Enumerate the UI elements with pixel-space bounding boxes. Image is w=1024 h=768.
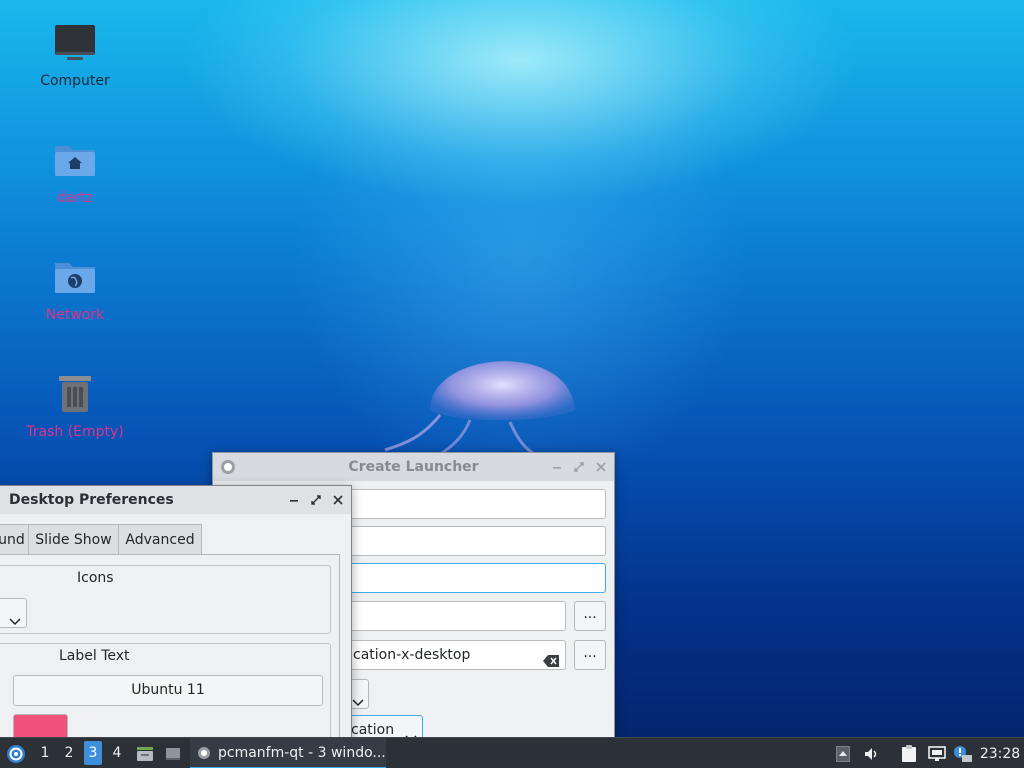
minimize-button[interactable] [287, 493, 301, 507]
minimize-icon [290, 500, 298, 502]
desktop-icon-label: dartz [56, 190, 94, 206]
icon-field-value: cation-x-desktop [353, 647, 471, 663]
minimize-icon [553, 467, 561, 469]
maximize-button[interactable] [309, 493, 323, 507]
icon-size-combo[interactable] [0, 598, 27, 628]
network-folder-icon [20, 254, 130, 300]
desktop-switch-3[interactable]: 3 [84, 741, 102, 765]
network-wired-icon [928, 745, 946, 761]
launcher-description-field[interactable] [348, 526, 606, 556]
volume-icon [865, 747, 877, 760]
group-title-label-text: Label Text [59, 648, 130, 664]
desktop-switch-1[interactable]: 1 [36, 741, 54, 765]
clipboard-icon [902, 744, 916, 762]
launcher-titlebar[interactable]: Create Launcher [213, 453, 614, 481]
window-title: Desktop Preferences [9, 492, 174, 508]
browse-command-button[interactable]: ... [574, 601, 606, 631]
network-status-button[interactable] [926, 738, 948, 768]
desktop-icon-computer[interactable]: Computer [20, 20, 130, 90]
desktop-icon-trash[interactable]: Trash (Empty) [20, 371, 130, 441]
home-folder-icon [20, 137, 130, 183]
maximize-button[interactable] [572, 460, 586, 474]
desktop-icon-home-folder[interactable]: dartz [20, 137, 130, 207]
desktop-switch-4[interactable]: 4 [108, 741, 126, 765]
icons-group: Icons [0, 565, 331, 634]
prefs-titlebar[interactable]: Desktop Preferences [0, 486, 351, 514]
tab-panel: Icons Label Text Ubuntu 11 [0, 554, 340, 753]
desktop-icon-label: Network [45, 307, 105, 323]
close-button[interactable] [594, 460, 608, 474]
volume-button[interactable] [862, 738, 882, 768]
tab-advanced[interactable]: Advanced [118, 524, 202, 555]
trash-icon [20, 371, 130, 417]
group-title-icons: Icons [77, 570, 114, 586]
show-desktop-button[interactable] [162, 738, 184, 768]
taskbar: 1 2 3 4 pcmanfm-qt - 3 windo... 23:28 [0, 737, 1024, 768]
task-label: pcmanfm-qt - 3 windo... [218, 744, 386, 761]
clipboard-button[interactable] [898, 738, 920, 768]
launcher-icon-field[interactable]: cation-x-desktop [348, 640, 566, 670]
desktop-icon-network[interactable]: Network [20, 254, 130, 324]
update-notifier-icon [954, 745, 972, 762]
file-manager-launcher[interactable] [134, 738, 156, 768]
desktop-icon-label: Computer [40, 73, 110, 89]
combo-value: cation [351, 722, 395, 738]
desktop-switch-2[interactable]: 2 [60, 741, 78, 765]
tray-expand-icon [836, 745, 850, 762]
app-gear-icon [198, 746, 210, 759]
start-menu-button[interactable] [4, 738, 28, 768]
launcher-command-field[interactable] [348, 601, 566, 631]
update-notifier-button[interactable] [952, 738, 974, 768]
close-icon [596, 462, 606, 472]
tab-background[interactable]: und [0, 524, 29, 555]
clock[interactable]: 23:28 [980, 738, 1020, 768]
file-manager-icon [137, 746, 153, 761]
tray-up-arrow[interactable] [834, 738, 852, 768]
wallpaper-jellyfish [384, 361, 575, 467]
launcher-comment-field[interactable] [348, 563, 606, 593]
desktop-icon-label: Trash (Empty) [26, 424, 124, 440]
chevron-down-icon [352, 689, 364, 717]
close-icon [333, 495, 343, 505]
show-desktop-icon [166, 747, 180, 760]
font-select-button[interactable]: Ubuntu 11 [13, 675, 323, 706]
tab-slide-show[interactable]: Slide Show [28, 524, 119, 555]
launcher-name-field[interactable] [348, 489, 606, 519]
clear-text-icon[interactable] [543, 649, 559, 669]
taskbar-task-pcmanfm[interactable]: pcmanfm-qt - 3 windo... [190, 738, 386, 768]
browse-icon-button[interactable]: ... [574, 640, 606, 670]
monitor-icon [20, 20, 130, 66]
minimize-button[interactable] [550, 460, 564, 474]
chevron-down-icon [9, 608, 21, 636]
lubuntu-logo-icon [7, 744, 25, 763]
close-button[interactable] [331, 493, 345, 507]
maximize-icon [574, 462, 584, 472]
maximize-icon [311, 495, 321, 505]
